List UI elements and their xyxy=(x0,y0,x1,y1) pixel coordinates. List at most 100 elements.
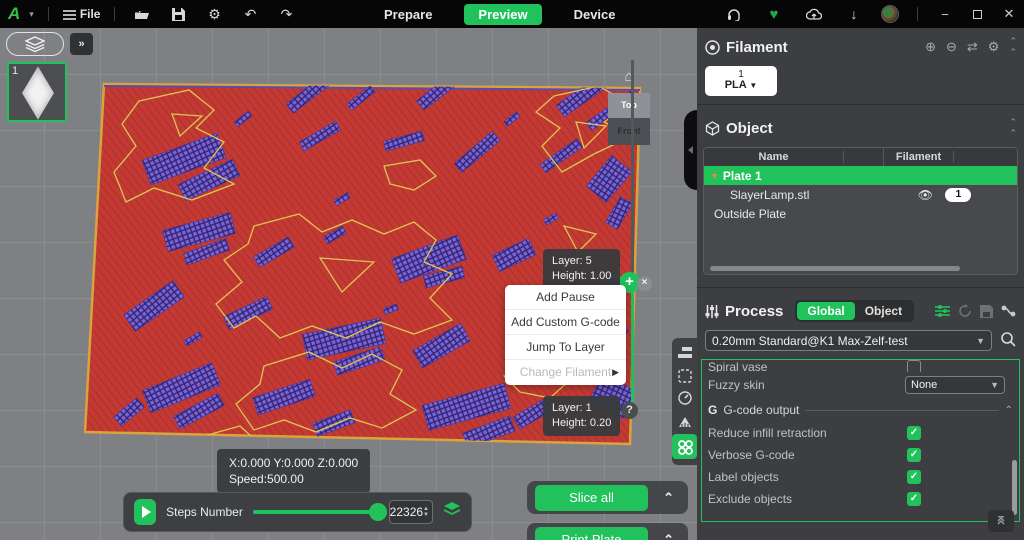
play-button[interactable] xyxy=(134,499,156,525)
setting-exclude-objects[interactable]: Exclude objects ✓ xyxy=(708,488,1013,510)
plate-list-toggle-button[interactable] xyxy=(6,32,64,56)
table-row-model[interactable]: SlayerLamp.stl 👁 1 xyxy=(704,185,1017,204)
structure-icon[interactable] xyxy=(675,412,694,431)
health-button[interactable]: ♥ xyxy=(761,4,787,24)
slice-options-chevron-icon[interactable]: ⌃ xyxy=(663,490,680,506)
setting-spiral-vase[interactable]: Spiral vase xyxy=(708,360,1013,372)
layer-value: Layer: 1 xyxy=(552,401,611,416)
step-down-icon[interactable]: ▼ xyxy=(423,512,429,518)
open-folder-button[interactable] xyxy=(129,4,155,24)
plate-thumbnail[interactable]: 1 xyxy=(7,62,67,122)
top-bar: A ▾ File ⚙ ↶ ↷ Prepare Preview Device ♥ … xyxy=(0,0,1024,28)
view-cube[interactable]: ⌂ Top Front xyxy=(608,68,650,145)
window-minimize-button[interactable]: − xyxy=(936,7,954,22)
file-menu[interactable]: File xyxy=(63,7,101,21)
collapse-section-icon[interactable]: ⌃⌃ xyxy=(1009,117,1016,139)
layer-stack-button[interactable] xyxy=(443,502,461,522)
fuzzy-skin-select[interactable]: None ▼ xyxy=(905,376,1005,394)
print-options-chevron-icon[interactable]: ⌃ xyxy=(663,532,680,540)
setting-label: Reduce infill retraction xyxy=(708,426,907,440)
home-view-icon[interactable]: ⌂ xyxy=(608,68,650,85)
remove-filament-icon[interactable]: ⊖ xyxy=(946,39,957,55)
reduce-infill-retraction-checkbox[interactable]: ✓ xyxy=(907,426,921,440)
table-horizontal-scrollbar[interactable] xyxy=(710,266,960,271)
color-scheme-icon[interactable] xyxy=(672,434,697,459)
menu-item-change-filament[interactable]: Change Filament ▶ xyxy=(505,360,626,385)
setting-verbose-gcode[interactable]: Verbose G-code ✓ xyxy=(708,444,1013,466)
label-objects-checkbox[interactable]: ✓ xyxy=(907,470,921,484)
app-logo[interactable]: A xyxy=(8,4,19,24)
steps-number-input[interactable]: 22326 ▲▼ xyxy=(389,500,433,524)
tune-settings-icon[interactable] xyxy=(935,304,950,318)
expand-triangle-icon[interactable]: ▼ xyxy=(710,171,719,181)
heart-icon: ♥ xyxy=(770,6,779,23)
settings-button[interactable]: ⚙ xyxy=(201,4,227,24)
save-button[interactable] xyxy=(165,4,191,24)
menu-item-jump-to-layer[interactable]: Jump To Layer xyxy=(505,335,626,360)
steps-slider-knob[interactable] xyxy=(369,503,387,521)
filament-dropdown-icon[interactable]: ▼ xyxy=(749,81,757,90)
expand-panel-button[interactable]: » xyxy=(70,33,93,55)
view-cube-front-face[interactable]: Front xyxy=(608,118,650,145)
view-cube-top-face[interactable]: Top xyxy=(608,93,650,118)
3d-viewport[interactable]: » 1 ⌂ Top Front + × ? Layer: 5 Height: 1… xyxy=(0,28,697,540)
save-preset-icon[interactable] xyxy=(980,305,993,318)
verbose-gcode-checkbox[interactable]: ✓ xyxy=(907,448,921,462)
user-avatar[interactable] xyxy=(881,5,899,23)
scope-global[interactable]: Global xyxy=(797,302,854,320)
collapse-section-icon[interactable]: ⌃⌃ xyxy=(1009,36,1016,58)
stepper-arrows[interactable]: ▲▼ xyxy=(423,506,432,518)
spiral-vase-checkbox[interactable] xyxy=(907,360,921,372)
filament-slot-card[interactable]: 1 PLA ▼ xyxy=(705,66,777,96)
table-row-plate[interactable]: ▼ Plate 1 xyxy=(704,166,1017,185)
redo-button[interactable]: ↷ xyxy=(273,4,299,24)
steps-value: 22326 xyxy=(390,505,423,519)
setting-label-objects[interactable]: Label objects ✓ xyxy=(708,466,1013,488)
scope-object[interactable]: Object xyxy=(855,302,912,320)
group-collapse-icon[interactable]: ⌃ xyxy=(1005,405,1013,416)
tab-device[interactable]: Device xyxy=(560,4,630,25)
undo-button[interactable]: ↶ xyxy=(237,4,263,24)
layer-slider-track-active[interactable] xyxy=(631,283,634,405)
layer-slider-track-upper[interactable] xyxy=(631,60,634,283)
add-filament-icon[interactable]: ⊕ xyxy=(925,39,936,55)
tab-preview[interactable]: Preview xyxy=(464,4,541,25)
steps-control-bar: Steps Number 22326 ▲▼ xyxy=(123,492,472,532)
height-value: Height: 1.00 xyxy=(552,269,611,284)
search-settings-button[interactable] xyxy=(1000,331,1016,351)
print-plate-button[interactable]: Print Plate xyxy=(535,527,648,540)
help-button[interactable]: ? xyxy=(621,402,638,419)
slice-all-button[interactable]: Slice all xyxy=(535,485,648,511)
line-type-icon[interactable] xyxy=(675,344,694,363)
dashed-box-icon[interactable] xyxy=(675,366,694,385)
window-close-button[interactable]: ✕ xyxy=(1000,6,1018,22)
gcode-output-group-header[interactable]: G G-code output ⌃ xyxy=(708,398,1013,422)
steps-slider[interactable] xyxy=(253,510,379,514)
menu-item-add-pause[interactable]: Add Pause xyxy=(505,285,626,310)
sync-filament-icon[interactable]: ⇄ xyxy=(967,39,978,55)
filament-settings-icon[interactable]: ⚙ xyxy=(988,39,1000,55)
setting-fuzzy-skin[interactable]: Fuzzy skin None ▼ xyxy=(708,372,1013,398)
window-restore-button[interactable] xyxy=(968,7,986,22)
setting-label: Spiral vase xyxy=(708,360,907,372)
exclude-objects-checkbox[interactable]: ✓ xyxy=(907,492,921,506)
reset-preset-icon[interactable] xyxy=(958,304,972,318)
advanced-mode-icon[interactable] xyxy=(1001,304,1016,318)
menu-item-add-custom-gcode[interactable]: Add Custom G-code xyxy=(505,310,626,335)
table-row-outside-plate[interactable]: Outside Plate xyxy=(704,204,1017,223)
cloud-upload-button[interactable] xyxy=(801,4,827,24)
preset-name: 0.20mm Standard@K1 Max-Zelf-test xyxy=(712,334,976,348)
visibility-eye-icon[interactable]: 👁 xyxy=(905,188,945,202)
settings-vertical-scrollbar[interactable] xyxy=(1012,460,1017,515)
support-button[interactable] xyxy=(721,4,747,24)
tab-prepare[interactable]: Prepare xyxy=(370,4,446,25)
panel-collapse-bottom-button[interactable] xyxy=(988,510,1014,532)
layer-slider-close-button[interactable]: × xyxy=(637,276,652,291)
filament-assignment-badge[interactable]: 1 xyxy=(945,188,971,202)
download-button[interactable]: ↓ xyxy=(841,4,867,24)
logo-caret-icon[interactable]: ▾ xyxy=(29,9,34,20)
speed-gauge-icon[interactable] xyxy=(675,389,694,408)
setting-reduce-infill-retraction[interactable]: Reduce infill retraction ✓ xyxy=(708,422,1013,444)
panel-collapse-handle[interactable] xyxy=(684,110,697,190)
preset-dropdown[interactable]: 0.20mm Standard@K1 Max-Zelf-test ▼ xyxy=(705,330,992,351)
